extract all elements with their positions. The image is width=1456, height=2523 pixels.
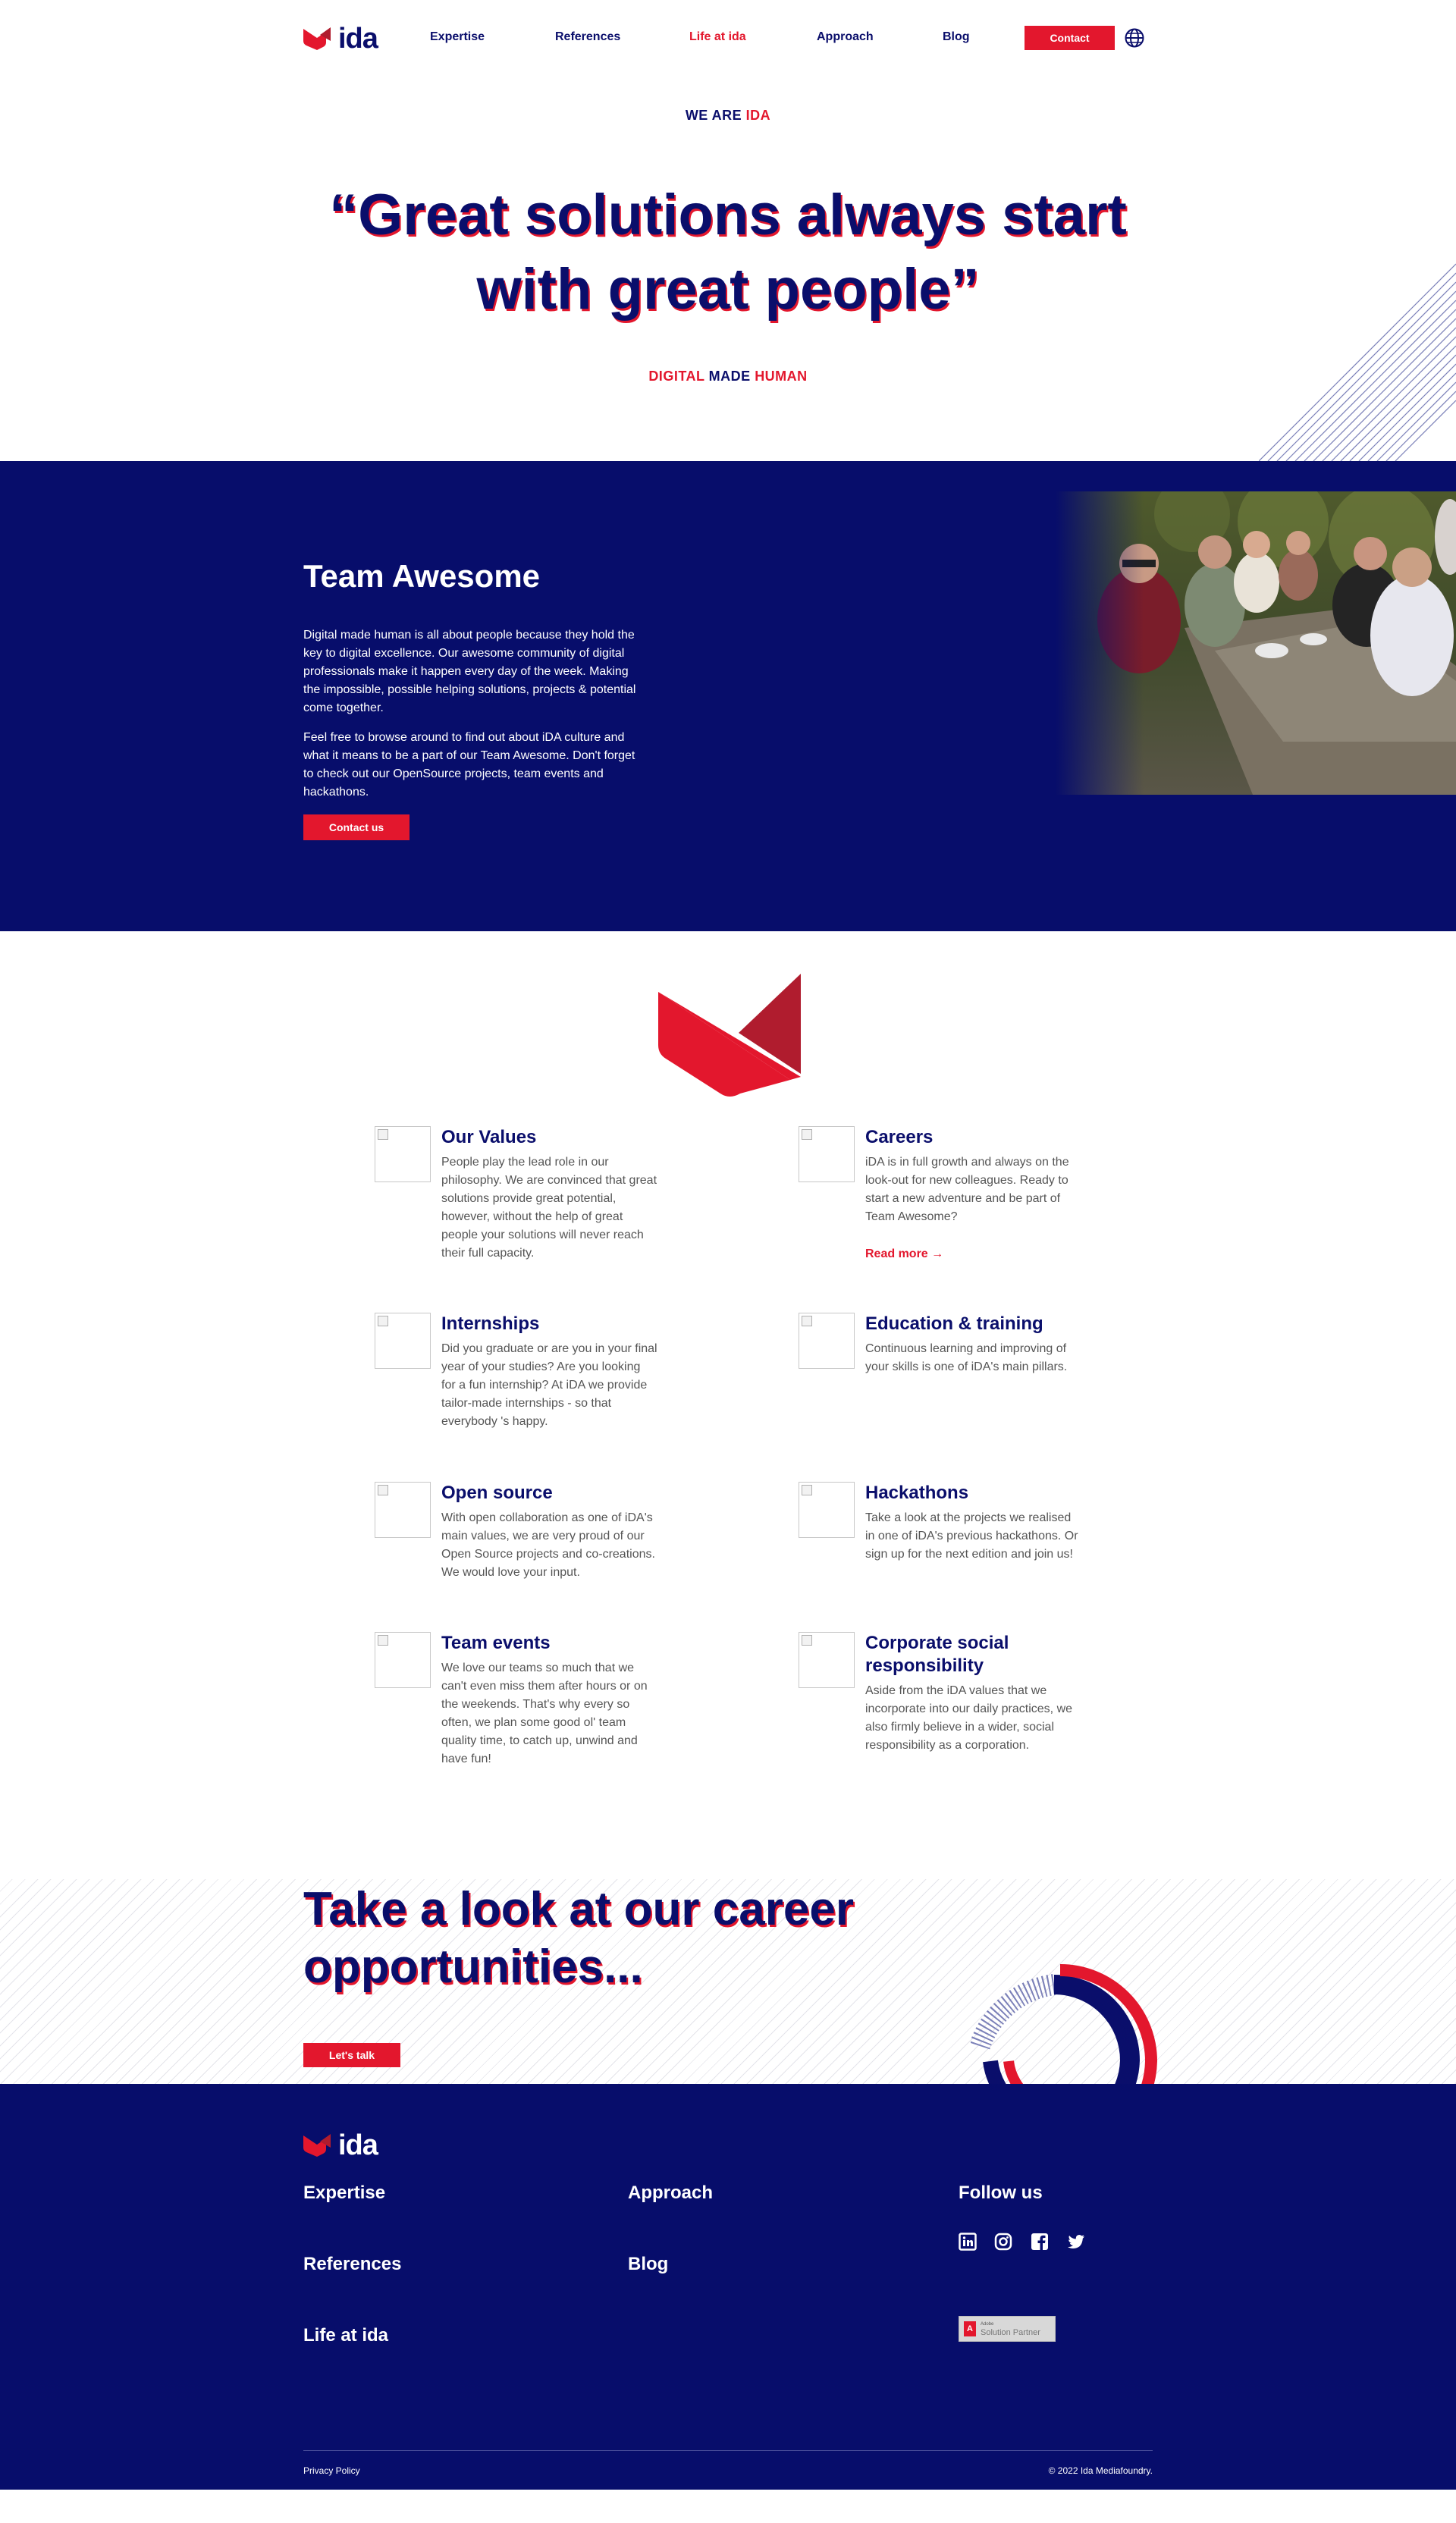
feature-text: With open collaboration as one of iDA's … bbox=[441, 1511, 655, 1579]
brand-logo-section bbox=[0, 931, 1456, 1159]
feature-image bbox=[799, 1482, 855, 1538]
feature-text: Continuous learning and improving of you… bbox=[865, 1342, 1068, 1373]
feature-image bbox=[799, 1632, 855, 1688]
footer-link-blog[interactable]: Blog bbox=[628, 2254, 668, 2275]
footer-link-approach[interactable]: Approach bbox=[628, 2183, 713, 2204]
feature-title: Careers bbox=[865, 1127, 934, 1147]
eyebrow-we-are: WE ARE bbox=[685, 108, 742, 123]
globe-icon[interactable] bbox=[1124, 27, 1145, 49]
decorative-rings bbox=[971, 1964, 1158, 2084]
footer-logo-text: ida bbox=[338, 2129, 378, 2161]
feature-text: We love our teams so much that we can't … bbox=[441, 1662, 648, 1765]
feature-title: Hackathons bbox=[865, 1483, 969, 1503]
nav-expertise[interactable]: Expertise bbox=[430, 30, 485, 44]
hero-tagline: DIGITAL MADE HUMAN bbox=[0, 369, 1456, 384]
privacy-policy-link[interactable]: Privacy Policy bbox=[303, 2465, 360, 2476]
careers-read-more-link[interactable]: Read more → bbox=[865, 1247, 943, 1261]
hero-eyebrow: WE ARE IDA bbox=[0, 108, 1456, 124]
feature-text: Aside from the iDA values that we incorp… bbox=[865, 1684, 1073, 1752]
feature-title: Corporate social responsibility bbox=[865, 1633, 1009, 1676]
hero-quote: “Great solutions always start with great… bbox=[329, 183, 1127, 322]
instagram-icon[interactable] bbox=[994, 2233, 1012, 2251]
nav-approach[interactable]: Approach bbox=[817, 30, 874, 44]
feature-title: Team events bbox=[441, 1633, 551, 1653]
tagline-human: HUMAN bbox=[755, 369, 808, 384]
tagline-made: MADE bbox=[708, 369, 751, 384]
nav-life-at-ida[interactable]: Life at ida bbox=[689, 30, 746, 44]
team-photo bbox=[1056, 491, 1456, 795]
follow-us-heading: Follow us bbox=[959, 2183, 1043, 2203]
badge-label: Solution Partner bbox=[981, 2328, 1040, 2337]
feature-image bbox=[799, 1313, 855, 1369]
contact-us-button[interactable]: Contact us bbox=[303, 814, 410, 840]
top-navigation: ida Expertise References Life at ida App… bbox=[0, 0, 1456, 76]
nav-blog[interactable]: Blog bbox=[943, 30, 970, 44]
adobe-solution-partner-badge: A Adobe Solution Partner bbox=[959, 2316, 1056, 2342]
decorative-diagonal-lines bbox=[1259, 263, 1456, 461]
feature-image bbox=[375, 1126, 431, 1182]
feature-image bbox=[375, 1482, 431, 1538]
team-paragraph-2: Feel free to browse around to find out a… bbox=[303, 731, 635, 799]
feature-text: iDA is in full growth and always on the … bbox=[865, 1156, 1069, 1223]
feature-text: Did you graduate or are you in your fina… bbox=[441, 1342, 657, 1428]
ida-logo-mark-icon bbox=[303, 2134, 331, 2157]
footer-ida-logo[interactable]: ida bbox=[303, 2131, 378, 2160]
lets-talk-button[interactable]: Let's talk bbox=[303, 2043, 400, 2067]
hero-section: WE ARE IDA “Great solutions always start… bbox=[0, 76, 1456, 461]
team-paragraph-1: Digital made human is all about people b… bbox=[303, 629, 636, 714]
ida-logo-mark-icon bbox=[303, 27, 331, 50]
nav-references[interactable]: References bbox=[555, 30, 620, 44]
logo-text: ida bbox=[338, 23, 378, 55]
footer-link-expertise[interactable]: Expertise bbox=[303, 2183, 385, 2204]
feature-image bbox=[375, 1632, 431, 1688]
twitter-icon[interactable] bbox=[1067, 2233, 1085, 2251]
contact-button[interactable]: Contact bbox=[1025, 26, 1115, 50]
feature-text: People play the lead role in our philoso… bbox=[441, 1156, 657, 1260]
linkedin-icon[interactable] bbox=[959, 2233, 977, 2251]
career-title: Take a look at our career opportunities.… bbox=[303, 1883, 854, 1993]
footer-link-life-at-ida[interactable]: Life at ida bbox=[303, 2325, 388, 2346]
feature-image bbox=[375, 1313, 431, 1369]
site-footer: ida Expertise Approach References Blog L… bbox=[0, 2084, 1456, 2490]
copyright-text: © 2022 Ida Mediafoundry. bbox=[1048, 2465, 1153, 2476]
eyebrow-ida: IDA bbox=[745, 108, 771, 123]
adobe-icon: A bbox=[964, 2321, 976, 2336]
ida-brand-mark-icon bbox=[658, 974, 801, 1097]
feature-title: Internships bbox=[441, 1313, 540, 1334]
feature-text: Take a look at the projects we realised … bbox=[865, 1511, 1078, 1561]
facebook-icon[interactable] bbox=[1031, 2233, 1049, 2251]
team-awesome-section: Team Awesome Digital made human is all a… bbox=[0, 461, 1456, 931]
feature-title: Open source bbox=[441, 1483, 553, 1503]
feature-image bbox=[799, 1126, 855, 1182]
career-banner: Take a look at our career opportunities.… bbox=[0, 1879, 1456, 2084]
feature-title: Our Values bbox=[441, 1127, 537, 1147]
ida-logo[interactable]: ida bbox=[303, 24, 378, 53]
feature-title: Education & training bbox=[865, 1313, 1043, 1334]
footer-link-references[interactable]: References bbox=[303, 2254, 401, 2275]
tagline-digital: DIGITAL bbox=[648, 369, 705, 384]
features-grid: Our Values People play the lead role in … bbox=[0, 1126, 1456, 1879]
footer-divider bbox=[303, 2450, 1153, 2451]
team-title: Team Awesome bbox=[303, 558, 541, 594]
